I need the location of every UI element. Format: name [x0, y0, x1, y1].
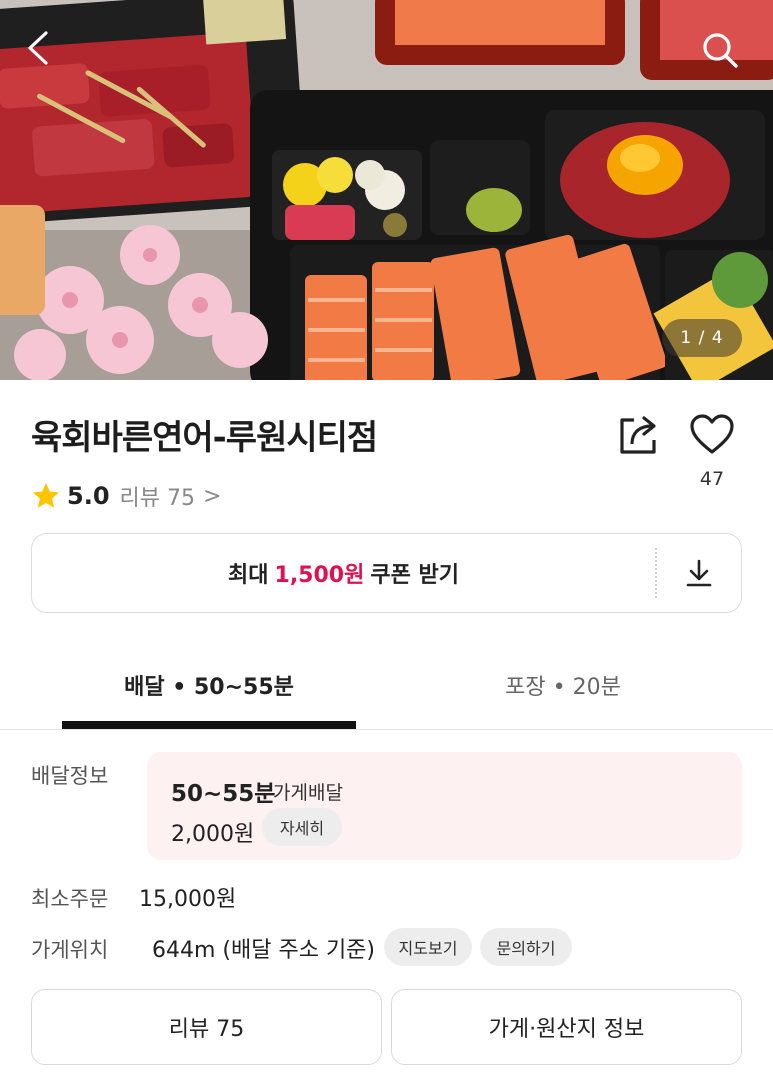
rating-value: 5.0 — [67, 482, 110, 510]
rating-row: 5.0 리뷰 75 > — [31, 478, 221, 514]
download-icon — [686, 559, 712, 587]
back-arrow-icon — [28, 31, 48, 65]
heart-icon — [690, 414, 734, 454]
delivery-info-label: 배달정보 — [31, 764, 109, 788]
back-button[interactable] — [24, 30, 68, 74]
like-count: 47 — [699, 468, 725, 490]
coupon-suffix: 쿠폰 받기 — [370, 563, 459, 588]
coupon-download-button[interactable] — [657, 534, 741, 612]
coupon-banner: 최대 1,500원 쿠폰 받기 — [31, 533, 742, 613]
coupon-amount: 1,500원 — [274, 563, 365, 588]
delivery-info-box: 50~55분 가게배달 2,000원 자세히 — [147, 752, 742, 860]
review-link-label: 리뷰 75 — [119, 486, 195, 511]
coupon-button[interactable]: 최대 1,500원 쿠폰 받기 — [32, 534, 655, 612]
coupon-prefix: 최대 — [228, 563, 269, 588]
chevron-right-icon: > — [202, 483, 222, 509]
delivery-fee: 2,000원 — [171, 822, 255, 847]
food-photo — [0, 0, 773, 380]
search-icon — [703, 33, 738, 68]
min-order-label: 최소주문 — [31, 887, 109, 911]
delivery-time: 50~55분 — [171, 781, 276, 807]
tab-delivery[interactable]: 배달 • 50~55분 — [62, 640, 356, 730]
location-value: 644m (배달 주소 기준) — [152, 938, 376, 963]
like-button[interactable] — [684, 406, 740, 462]
delivery-type: 가게배달 — [273, 782, 343, 804]
order-type-tabs: 배달 • 50~55분 포장 • 20분 — [0, 640, 773, 730]
tab-selected-indicator — [62, 721, 356, 729]
star-icon — [33, 483, 59, 508]
search-button[interactable] — [700, 30, 744, 74]
tab-pickup[interactable]: 포장 • 20분 — [416, 640, 710, 730]
share-icon — [620, 416, 656, 454]
inquiry-button[interactable]: 문의하기 — [480, 928, 572, 966]
share-button[interactable] — [612, 408, 664, 460]
hero-image[interactable]: 1 / 4 — [0, 0, 773, 380]
location-label: 가게위치 — [31, 938, 109, 962]
image-page-counter: 1 / 4 — [662, 319, 742, 357]
store-name: 육회바른연어-루원시티점 — [31, 418, 378, 458]
store-origin-info-button[interactable]: 가게·원산지 정보 — [391, 989, 742, 1065]
reviews-button[interactable]: 리뷰 75 — [31, 989, 382, 1065]
min-order-value: 15,000원 — [139, 887, 237, 912]
review-link[interactable]: 리뷰 75 > — [120, 480, 222, 512]
delivery-detail-button[interactable]: 자세히 — [262, 808, 342, 846]
map-view-button[interactable]: 지도보기 — [384, 928, 472, 966]
